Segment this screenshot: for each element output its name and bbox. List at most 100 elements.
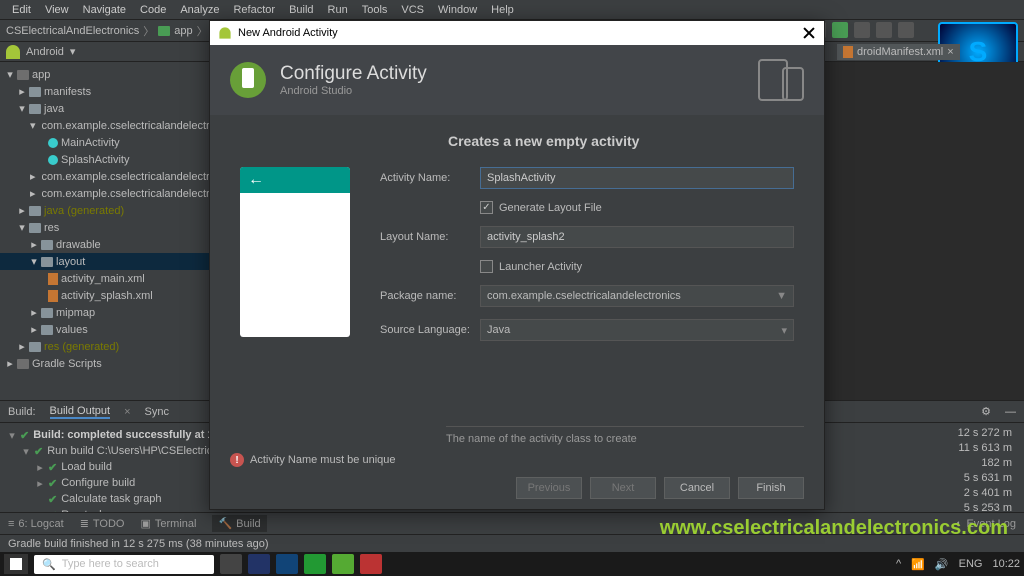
- dialog-hint: The name of the activity class to create: [446, 426, 804, 445]
- select-package-name[interactable]: com.example.cselectricalandelectronics▼: [480, 285, 794, 307]
- menu-help[interactable]: Help: [485, 2, 520, 18]
- menu-window[interactable]: Window: [432, 2, 483, 18]
- taskbar-app-explorer[interactable]: [248, 554, 270, 574]
- project-tree[interactable]: ▾app ▸manifests ▾java ▾com.example.csele…: [0, 62, 209, 400]
- build-load-build[interactable]: Load build: [61, 461, 112, 473]
- tree-java[interactable]: java: [44, 103, 64, 115]
- finish-button[interactable]: Finish: [738, 477, 804, 499]
- menu-run[interactable]: Run: [322, 2, 354, 18]
- menu-edit[interactable]: Edit: [6, 2, 37, 18]
- folder-icon: [29, 342, 41, 352]
- tray-clock[interactable]: 10:22: [992, 558, 1020, 570]
- folder-icon: [41, 240, 53, 250]
- android-icon: [219, 27, 230, 38]
- menu-code[interactable]: Code: [134, 2, 172, 18]
- error-icon: !: [230, 453, 244, 467]
- toolbar-run-icon[interactable]: [832, 22, 848, 38]
- folder-icon: [41, 325, 53, 335]
- menu-build[interactable]: Build: [283, 2, 319, 18]
- activity-preview: ←: [240, 167, 350, 337]
- menu-analyze[interactable]: Analyze: [174, 2, 225, 18]
- module-icon: [158, 26, 170, 36]
- check-icon: ✔: [48, 461, 57, 474]
- taskbar-app-edge[interactable]: [276, 554, 298, 574]
- tray-language[interactable]: ENG: [959, 558, 983, 570]
- tree-manifests[interactable]: manifests: [44, 86, 91, 98]
- tree-package-2[interactable]: com.example.cselectricalandelectr: [42, 171, 209, 183]
- close-tab-icon[interactable]: ×: [947, 46, 953, 58]
- taskbar-app-chrome[interactable]: [304, 554, 326, 574]
- toolbar-profile-icon[interactable]: [876, 22, 892, 38]
- build-success[interactable]: Build: completed successfully at 17-0: [33, 429, 229, 441]
- menu-refactor[interactable]: Refactor: [227, 2, 281, 18]
- tray-chevron-up-icon[interactable]: ^: [896, 558, 901, 570]
- folder-icon: [29, 223, 41, 233]
- menu-navigate[interactable]: Navigate: [77, 2, 132, 18]
- taskbar-app-android-studio[interactable]: [332, 554, 354, 574]
- input-layout-name[interactable]: [480, 226, 794, 248]
- tree-app[interactable]: app: [32, 69, 50, 81]
- tab-terminal[interactable]: ▣ Terminal: [140, 517, 196, 530]
- start-button[interactable]: [4, 554, 28, 574]
- build-run-build[interactable]: Run build C:\Users\HP\CSElectric: [47, 445, 212, 457]
- next-button[interactable]: Next: [590, 477, 656, 499]
- editor-tab-manifest[interactable]: droidManifest.xml×: [837, 44, 960, 60]
- tab-sync[interactable]: Sync: [145, 406, 169, 418]
- tree-activity-main-xml[interactable]: activity_main.xml: [61, 273, 145, 285]
- tree-layout[interactable]: layout: [56, 256, 85, 268]
- select-source-language[interactable]: Java▾: [480, 319, 794, 341]
- taskbar-app-generic[interactable]: [360, 554, 382, 574]
- tree-package-3[interactable]: com.example.cselectricalandelectr: [42, 188, 209, 200]
- menu-vcs[interactable]: VCS: [395, 2, 430, 18]
- checkbox-generate-layout[interactable]: [480, 201, 493, 214]
- label-layout-name: Layout Name:: [380, 231, 480, 243]
- tree-activity-splash-xml[interactable]: activity_splash.xml: [61, 290, 153, 302]
- tray-volume-icon[interactable]: 🔊: [935, 558, 949, 571]
- breadcrumb-app[interactable]: app: [174, 25, 192, 37]
- tab-todo[interactable]: ≣ TODO: [80, 517, 125, 530]
- tree-mipmap[interactable]: mipmap: [56, 307, 95, 319]
- dialog-title-text: New Android Activity: [238, 27, 802, 39]
- gear-icon[interactable]: ⚙: [981, 405, 991, 418]
- tree-drawable[interactable]: drawable: [56, 239, 101, 251]
- tab-build-output[interactable]: Build Output: [50, 405, 111, 419]
- tree-res[interactable]: res: [44, 222, 59, 234]
- watermark-text: www.cselectricalandelectronics.com: [660, 517, 1008, 540]
- tree-java-generated[interactable]: java (generated): [44, 205, 124, 217]
- xml-file-icon: [48, 273, 58, 285]
- dialog-header: Configure Activity Android Studio: [210, 45, 824, 115]
- tab-logcat[interactable]: ≡ 6: Logcat: [8, 518, 64, 530]
- tree-package-1[interactable]: com.example.cselectricalandelectr: [42, 120, 209, 132]
- device-preview-icon: [758, 59, 804, 101]
- tree-splashactivity[interactable]: SplashActivity: [61, 154, 129, 166]
- previous-button[interactable]: Previous: [516, 477, 582, 499]
- menu-view[interactable]: View: [39, 2, 75, 18]
- tree-values[interactable]: values: [56, 324, 88, 336]
- tree-res-generated[interactable]: res (generated): [44, 341, 119, 353]
- close-icon[interactable]: [802, 26, 816, 40]
- taskbar-app-cortana[interactable]: [220, 554, 242, 574]
- toolbar-stop-icon[interactable]: [898, 22, 914, 38]
- breadcrumb-project[interactable]: CSElectricalAndElectronics: [6, 25, 139, 37]
- module-icon: [17, 70, 29, 80]
- build-calc[interactable]: Calculate task graph: [61, 493, 161, 505]
- chevron-down-icon: ▾: [781, 324, 787, 337]
- dialog-header-sub: Android Studio: [280, 85, 427, 97]
- dialog-titlebar[interactable]: New Android Activity: [210, 21, 824, 45]
- check-icon: ✔: [48, 493, 57, 506]
- gradle-icon: [17, 359, 29, 369]
- tab-build[interactable]: 🔨 Build: [212, 515, 266, 532]
- cancel-button[interactable]: Cancel: [664, 477, 730, 499]
- folder-icon: [41, 308, 53, 318]
- menu-tools[interactable]: Tools: [356, 2, 394, 18]
- check-icon: ✔: [20, 429, 29, 442]
- input-activity-name[interactable]: [480, 167, 794, 189]
- tree-mainactivity[interactable]: MainActivity: [61, 137, 120, 149]
- tray-wifi-icon[interactable]: 📶: [911, 558, 925, 571]
- minimize-icon[interactable]: —: [1005, 406, 1016, 418]
- taskbar-search[interactable]: 🔍 Type here to search: [34, 555, 214, 574]
- toolbar-debug-icon[interactable]: [854, 22, 870, 38]
- checkbox-launcher[interactable]: [480, 260, 493, 273]
- tree-gradle-scripts[interactable]: Gradle Scripts: [32, 358, 102, 370]
- build-configure[interactable]: Configure build: [61, 477, 135, 489]
